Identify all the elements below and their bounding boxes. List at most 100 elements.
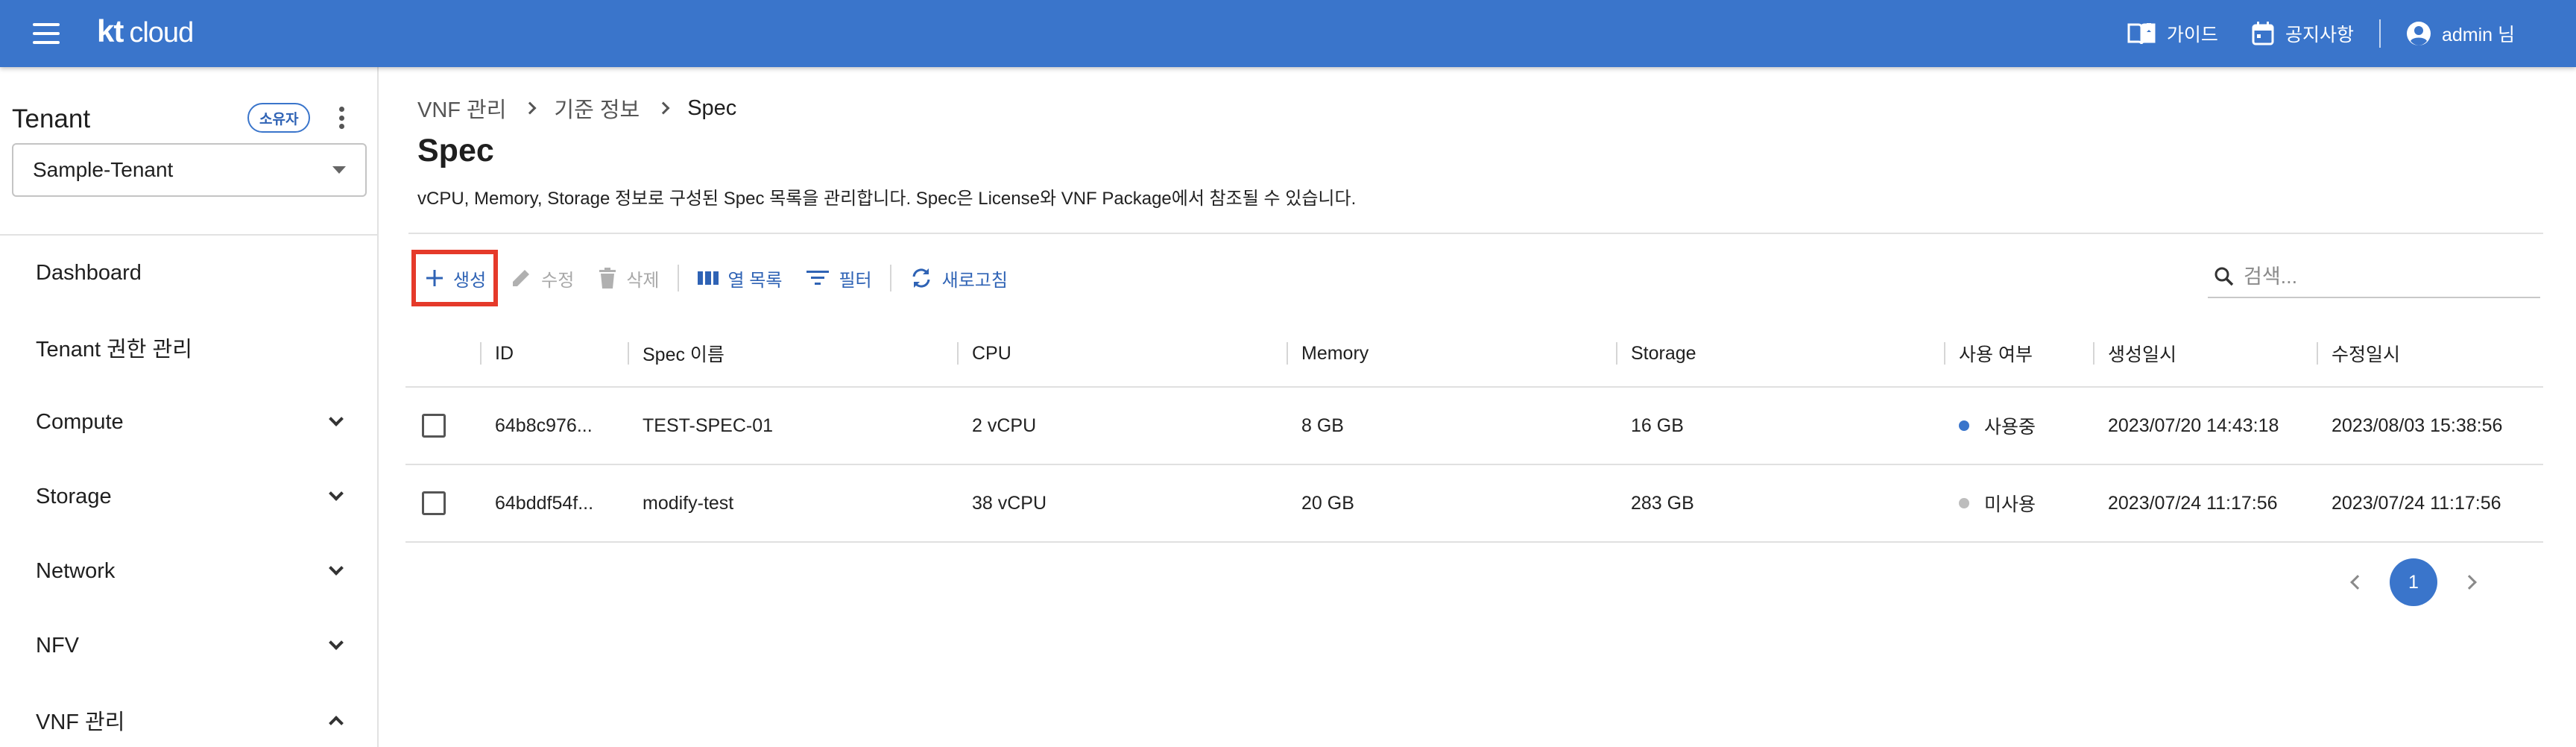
dropdown-arrow-icon xyxy=(332,166,346,174)
tenant-header: Tenant 소유자 xyxy=(12,98,362,136)
sidebar-item-label: NFV xyxy=(36,633,79,658)
column-header-cpu[interactable]: CPU xyxy=(957,320,1287,387)
cell-created: 2023/07/20 14:43:18 xyxy=(2108,415,2279,436)
sidebar-item-tenant-permissions[interactable]: Tenant 권한 관리 xyxy=(0,310,377,385)
page-title: Spec xyxy=(417,133,494,168)
sidebar-item-label: Tenant 권한 관리 xyxy=(36,338,192,362)
guide-link[interactable]: 가이드 xyxy=(2110,20,2235,47)
tenant-select[interactable]: Sample-Tenant xyxy=(12,143,367,197)
breadcrumb-item[interactable]: 기준 정보 xyxy=(554,92,640,124)
logo-cloud: cloud xyxy=(129,17,194,48)
chevron-down-icon xyxy=(329,561,344,576)
more-vert-icon[interactable] xyxy=(332,104,350,131)
refresh-button[interactable]: 새로고침 xyxy=(897,257,1020,299)
status-dot-icon xyxy=(1959,420,1969,431)
status-label: 미사용 xyxy=(1984,494,2036,515)
cell-id: 64b8c976... xyxy=(495,415,593,436)
sidebar: Tenant 소유자 Sample-Tenant Dashboard Tenan… xyxy=(0,67,379,747)
page-description: vCPU, Memory, Storage 정보로 구성된 Spec 목록을 관… xyxy=(417,189,1357,209)
cell-status: 미사용 xyxy=(1944,464,2093,542)
toolbar: 생성 수정 삭제 열 목록 필터 새로고침 xyxy=(411,250,1020,306)
breadcrumb-item[interactable]: VNF 관리 xyxy=(417,92,506,124)
row-select-cell xyxy=(405,387,480,464)
pagination: 1 xyxy=(2350,556,2477,608)
sidebar-item-label: Dashboard xyxy=(36,260,142,285)
table-header: ID Spec 이름 CPU Memory Storage 사용 여부 생성일시… xyxy=(405,321,2543,388)
notice-link[interactable]: 공지사항 xyxy=(2235,20,2370,47)
chevron-down-icon xyxy=(329,412,344,426)
sidebar-item-dashboard[interactable]: Dashboard xyxy=(0,236,377,310)
breadcrumb-current: Spec xyxy=(687,95,737,120)
cell-status: 사용중 xyxy=(1944,387,2093,464)
edit-label: 수정 xyxy=(541,270,575,291)
create-label: 생성 xyxy=(453,270,487,291)
chevron-right-icon xyxy=(657,101,670,115)
header-divider xyxy=(2378,19,2381,48)
chevron-right-icon xyxy=(523,101,537,115)
top-app-bar: kt cloud 가이드 공지사항 admin 님 xyxy=(0,0,2576,67)
column-header-spec-name[interactable]: Spec 이름 xyxy=(628,320,957,387)
sidebar-item-compute[interactable]: Compute xyxy=(0,385,377,459)
menu-icon[interactable] xyxy=(31,21,61,46)
toolbar-divider xyxy=(889,265,891,291)
account-circle-icon xyxy=(2406,22,2431,45)
cell-cpu: 2 vCPU xyxy=(972,415,1037,436)
cell-spec-name: TEST-SPEC-01 xyxy=(643,415,774,436)
plus-icon xyxy=(426,270,443,286)
tenant-title: Tenant xyxy=(12,104,91,133)
chevron-down-icon xyxy=(329,635,344,650)
table-row[interactable]: 64bddf54f... modify-test 38 vCPU 20 GB 2… xyxy=(405,465,2543,543)
sidebar-item-label: VNF 관리 xyxy=(36,710,125,734)
spec-table: ID Spec 이름 CPU Memory Storage 사용 여부 생성일시… xyxy=(405,321,2543,543)
search-icon xyxy=(2214,267,2234,286)
app-logo[interactable]: kt cloud xyxy=(97,13,194,54)
columns-label: 열 목록 xyxy=(727,270,783,291)
column-header-status[interactable]: 사용 여부 xyxy=(1944,320,2093,387)
user-label: admin 님 xyxy=(2441,25,2515,45)
main-content: VNF 관리 기준 정보 Spec Spec vCPU, Memory, Sto… xyxy=(379,67,2576,747)
column-header-updated[interactable]: 수정일시 xyxy=(2317,320,2543,387)
sidebar-menu: Dashboard Tenant 권한 관리 Compute Storage N… xyxy=(0,236,377,747)
chevron-left-icon[interactable] xyxy=(2350,575,2365,590)
select-column-header xyxy=(405,320,480,387)
columns-button[interactable]: 열 목록 xyxy=(685,257,795,299)
page-button-current[interactable]: 1 xyxy=(2390,558,2437,606)
cell-storage: 283 GB xyxy=(1631,492,1694,514)
sidebar-item-nfv[interactable]: NFV xyxy=(0,608,377,683)
filter-label: 필터 xyxy=(839,270,872,291)
row-select-cell xyxy=(405,464,480,542)
column-header-id[interactable]: ID xyxy=(480,320,628,387)
refresh-icon xyxy=(912,268,930,288)
sidebar-item-network[interactable]: Network xyxy=(0,534,377,608)
sidebar-item-label: Compute xyxy=(36,409,124,434)
create-button[interactable]: 생성 xyxy=(411,250,499,306)
chevron-up-icon xyxy=(329,716,344,731)
toolbar-divider xyxy=(677,265,679,291)
cell-storage: 16 GB xyxy=(1631,415,1684,436)
status-label: 사용중 xyxy=(1984,417,2036,438)
column-header-storage[interactable]: Storage xyxy=(1616,320,1944,387)
sidebar-item-label: Network xyxy=(36,558,116,583)
filter-icon xyxy=(806,271,830,285)
search-input[interactable] xyxy=(2244,265,2527,289)
sidebar-item-vnf-management[interactable]: VNF 관리 xyxy=(0,683,377,747)
column-header-created[interactable]: 생성일시 xyxy=(2093,320,2317,387)
chevron-right-icon[interactable] xyxy=(2462,575,2477,590)
breadcrumb: VNF 관리 기준 정보 Spec xyxy=(417,92,736,124)
chevron-down-icon xyxy=(329,486,344,501)
divider xyxy=(408,233,2543,234)
row-checkbox[interactable] xyxy=(422,491,446,515)
filter-button[interactable]: 필터 xyxy=(794,257,883,299)
trash-icon xyxy=(599,268,616,289)
edit-button[interactable]: 수정 xyxy=(498,257,586,299)
table-row[interactable]: 64b8c976... TEST-SPEC-01 2 vCPU 8 GB 16 … xyxy=(405,388,2543,465)
delete-button[interactable]: 삭제 xyxy=(586,257,671,299)
cell-created: 2023/07/24 11:17:56 xyxy=(2108,492,2278,514)
column-header-memory[interactable]: Memory xyxy=(1287,320,1616,387)
view-column-icon xyxy=(697,271,719,285)
row-checkbox[interactable] xyxy=(422,414,446,438)
sidebar-item-storage[interactable]: Storage xyxy=(0,459,377,534)
sidebar-item-label: Storage xyxy=(36,484,112,508)
user-menu[interactable]: admin 님 xyxy=(2390,20,2531,47)
cell-updated: 2023/07/24 11:17:56 xyxy=(2332,492,2501,514)
